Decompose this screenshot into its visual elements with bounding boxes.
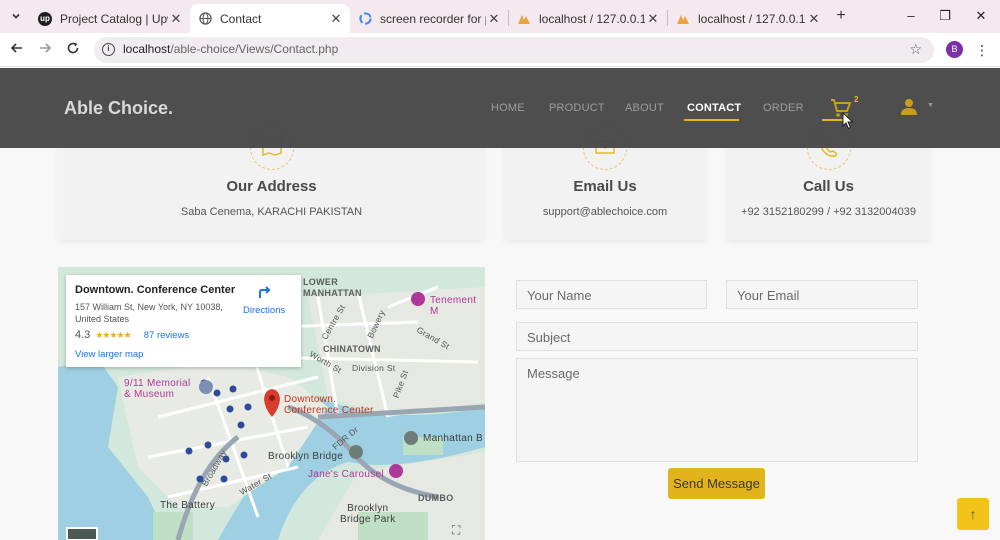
browser-toolbar: i localhost/able-choice/Views/Contact.ph… bbox=[0, 33, 1000, 67]
address-text: Saba Cenema, KARACHI PAKISTAN bbox=[180, 206, 363, 218]
page-viewport: Our Address Saba Cenema, KARACHI PAKISTA… bbox=[0, 68, 1000, 540]
tab-phpmyadmin-2[interactable]: localhost / 127.0.0.1 / ab ✕ bbox=[668, 4, 828, 33]
map-label-brooklyn-bridge: Brooklyn Bridge bbox=[268, 451, 344, 462]
map-label-memorial: 9/11 Memorial & Museum bbox=[124, 378, 191, 400]
globe-icon bbox=[198, 12, 212, 26]
place-rating: 4.3 ★★★★★ 87 reviews bbox=[75, 329, 189, 341]
email-text: support@ablechoice.com bbox=[542, 206, 668, 218]
google-map[interactable]: LOWER MANHATTAN CHINATOWN Tenement M 9/1… bbox=[58, 267, 485, 540]
site-info-icon[interactable]: i bbox=[102, 43, 115, 56]
reload-icon bbox=[67, 42, 79, 54]
tab-title: Contact bbox=[220, 11, 262, 26]
site-header: Able Choice. HOME PRODUCT ABOUT CONTACT … bbox=[0, 68, 1000, 148]
reviews-link[interactable]: 87 reviews bbox=[144, 330, 189, 341]
brand-logo[interactable]: Able Choice. bbox=[64, 98, 173, 119]
tab-upwork[interactable]: up Project Catalog | Upwork ✕ bbox=[30, 4, 190, 33]
map-place-card: Downtown. Conference Center 157 William … bbox=[66, 275, 301, 367]
bookmark-star-icon[interactable]: ☆ bbox=[909, 41, 922, 58]
google-icon bbox=[358, 12, 372, 26]
rating-stars-icon: ★★★★★ bbox=[95, 330, 131, 340]
map-label-bb-park: Brooklyn Bridge Park bbox=[340, 503, 396, 525]
map-label-division-st: Division St bbox=[352, 363, 396, 373]
map-label-manhattan-bridge: Manhattan B bbox=[423, 433, 484, 444]
message-textarea[interactable]: Message bbox=[516, 358, 918, 462]
close-tab-icon[interactable]: ✕ bbox=[645, 11, 661, 27]
send-message-button[interactable]: Send Message bbox=[668, 468, 765, 499]
nav-order[interactable]: ORDER bbox=[763, 102, 804, 114]
tab-contact[interactable]: Contact ✕ bbox=[190, 4, 350, 33]
map-label-chinatown: CHINATOWN bbox=[323, 344, 381, 354]
browser-tab-strip: up Project Catalog | Upwork ✕ Contact ✕ … bbox=[0, 0, 1000, 33]
back-button[interactable] bbox=[7, 40, 27, 60]
email-input[interactable]: Your Email bbox=[726, 280, 918, 309]
subject-input[interactable]: Subject bbox=[516, 322, 918, 351]
address-title: Our Address bbox=[226, 178, 317, 195]
tab-title: localhost / 127.0.0.1 / ab bbox=[698, 11, 806, 26]
url-text: localhost/able-choice/Views/Contact.php bbox=[123, 42, 338, 56]
url-host: localhost bbox=[123, 42, 171, 56]
place-name: Downtown. Conference Center bbox=[75, 284, 236, 296]
directions-icon[interactable] bbox=[258, 285, 272, 299]
back-to-top-button[interactable]: ↑ bbox=[957, 498, 989, 530]
call-text: +92 3152180299 / +92 3132004039 bbox=[741, 206, 916, 218]
address-bar[interactable]: i localhost/able-choice/Views/Contact.ph… bbox=[94, 37, 934, 63]
view-larger-map-link[interactable]: View larger map bbox=[75, 349, 143, 360]
upwork-icon: up bbox=[38, 11, 52, 26]
chevron-down-icon bbox=[12, 13, 20, 19]
map-label-marker: Downtown. Conference Center bbox=[284, 394, 374, 416]
phpmyadmin-icon bbox=[517, 12, 531, 26]
email-title: Email Us bbox=[573, 178, 637, 195]
tab-title: Project Catalog | Upwork bbox=[60, 11, 168, 26]
close-tab-icon[interactable]: ✕ bbox=[168, 11, 184, 27]
profile-avatar[interactable]: B bbox=[946, 41, 963, 58]
tab-title: screen recorder for pc sh bbox=[380, 11, 486, 26]
fullscreen-icon[interactable]: ⛶ bbox=[452, 523, 470, 539]
tab-title: localhost / 127.0.0.1 | php bbox=[539, 11, 645, 26]
map-label-janes-carousel: Jane's Carousel bbox=[308, 469, 384, 480]
call-title: Call Us bbox=[803, 178, 854, 195]
forward-button[interactable] bbox=[35, 40, 55, 60]
reload-button[interactable] bbox=[63, 40, 83, 60]
arrow-left-icon bbox=[10, 43, 22, 53]
browser-menu-icon[interactable]: ⋮ bbox=[975, 40, 989, 60]
map-label-the-battery: The Battery bbox=[160, 500, 215, 511]
map-label-lower-manhattan: LOWER MANHATTAN bbox=[303, 277, 362, 298]
map-label-dumbo: DUMBO bbox=[418, 493, 454, 503]
cart-count-badge: 2 bbox=[854, 95, 859, 104]
user-icon[interactable] bbox=[900, 98, 918, 116]
tab-search-button[interactable] bbox=[6, 6, 26, 26]
minimize-button[interactable]: – bbox=[896, 6, 926, 26]
url-path: /able-choice/Views/Contact.php bbox=[170, 42, 339, 56]
mouse-cursor-icon bbox=[842, 112, 854, 130]
close-window-button[interactable]: ✕ bbox=[966, 6, 996, 26]
nav-product[interactable]: PRODUCT bbox=[549, 102, 605, 114]
directions-link[interactable]: Directions bbox=[243, 305, 285, 316]
close-tab-icon[interactable]: ✕ bbox=[486, 11, 502, 27]
restore-button[interactable]: ❐ bbox=[930, 6, 960, 26]
new-tab-button[interactable]: + bbox=[832, 6, 850, 26]
tab-google-search[interactable]: screen recorder for pc sh ✕ bbox=[350, 4, 508, 33]
map-label-tenement: Tenement M bbox=[430, 295, 477, 317]
nav-active-underline bbox=[684, 119, 739, 121]
nav-home[interactable]: HOME bbox=[491, 102, 525, 114]
caret-down-icon[interactable]: ▼ bbox=[927, 102, 934, 109]
tab-phpmyadmin-1[interactable]: localhost / 127.0.0.1 | php ✕ bbox=[509, 4, 667, 33]
phpmyadmin-icon bbox=[676, 12, 690, 26]
nav-contact[interactable]: CONTACT bbox=[687, 102, 741, 114]
name-input[interactable]: Your Name bbox=[516, 280, 707, 309]
map-layer-thumbnail[interactable] bbox=[66, 527, 98, 540]
cart-underline bbox=[822, 119, 844, 121]
close-tab-icon[interactable]: ✕ bbox=[806, 11, 822, 27]
close-tab-icon[interactable]: ✕ bbox=[328, 11, 344, 27]
nav-about[interactable]: ABOUT bbox=[625, 102, 664, 114]
place-address: 157 William St, New York, NY 10038, Unit… bbox=[75, 302, 223, 324]
rating-value: 4.3 bbox=[75, 329, 91, 341]
arrow-right-icon bbox=[40, 43, 52, 53]
